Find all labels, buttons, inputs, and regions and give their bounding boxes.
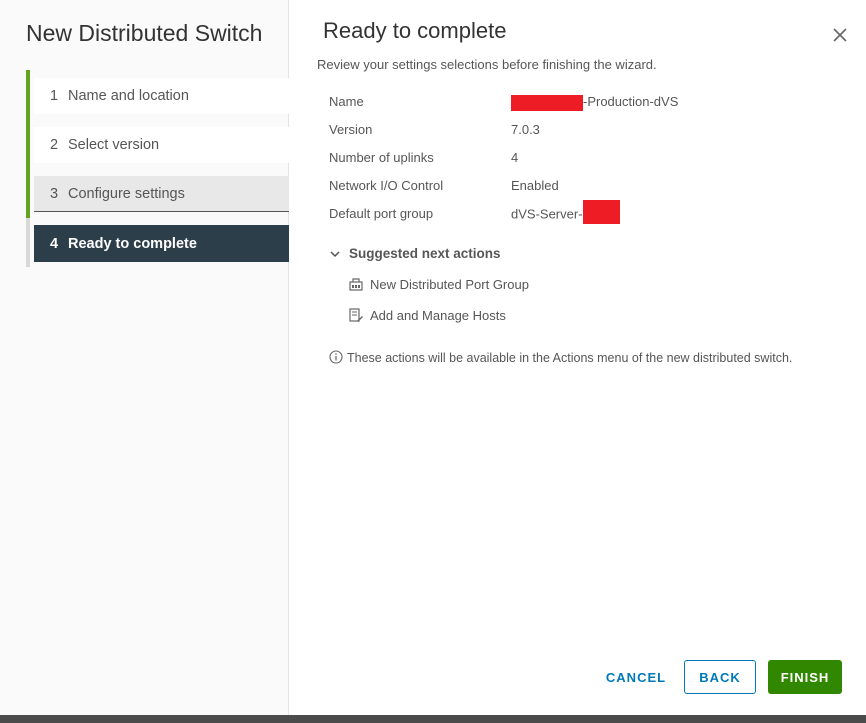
wizard-sidebar: New Distributed Switch 1 Name and locati… (0, 0, 289, 715)
action-label: New Distributed Port Group (370, 276, 529, 292)
summary-value: dVS-Server- (511, 200, 620, 224)
step-number: 3 (50, 185, 59, 202)
wizard-dialog: New Distributed Switch 1 Name and locati… (0, 0, 866, 715)
port-group-icon (349, 278, 363, 291)
chevron-down-icon (330, 250, 340, 257)
summary-key: Name (329, 94, 364, 109)
step-progress-rail (26, 70, 30, 267)
page-title: Ready to complete (323, 18, 507, 43)
close-icon[interactable] (830, 25, 850, 45)
summary-value-text: dVS-Server- (511, 206, 583, 222)
suggested-actions-toggle[interactable]: Suggested next actions (329, 246, 501, 261)
summary-value-text: -Production-dVS (583, 94, 679, 109)
step-name-and-location[interactable]: 1 Name and location (34, 78, 289, 114)
step-label: Select version (68, 137, 160, 153)
page-subtitle: Review your settings selections before f… (317, 57, 657, 72)
action-label: Add and Manage Hosts (370, 307, 506, 323)
back-button[interactable]: BACK (684, 660, 756, 694)
summary-key: Network I/O Control (329, 178, 444, 193)
progress-completed (26, 70, 30, 218)
hosts-icon (349, 308, 363, 322)
action-add-manage-hosts[interactable]: Add and Manage Hosts (348, 307, 506, 323)
summary-key: Default port group (329, 206, 434, 221)
redaction-mark (511, 94, 583, 111)
summary-key: Version (329, 122, 373, 137)
step-number: 1 (50, 88, 59, 104)
step-ready-to-complete[interactable]: 4 Ready to complete (34, 225, 289, 262)
action-new-port-group[interactable]: New Distributed Port Group (348, 276, 529, 292)
step-configure-settings[interactable]: 3 Configure settings (34, 176, 289, 212)
redaction-mark (582, 200, 620, 224)
step-number: 2 (50, 137, 59, 153)
cancel-button[interactable]: CANCEL (591, 660, 681, 694)
step-label: Configure settings (68, 185, 185, 202)
suggested-actions-heading: Suggested next actions (349, 246, 501, 261)
info-note: These actions will be available in the A… (329, 350, 819, 367)
info-icon (329, 350, 343, 364)
summary-value: -Production-dVS (511, 94, 678, 111)
step-number: 4 (50, 235, 59, 252)
summary-value: 7.0.3 (511, 122, 540, 137)
background-app-strip (0, 715, 866, 723)
step-label: Name and location (68, 88, 189, 104)
wizard-title: New Distributed Switch (26, 20, 263, 46)
step-select-version[interactable]: 2 Select version (34, 127, 289, 163)
summary-key: Number of uplinks (329, 150, 434, 165)
wizard-content: Ready to complete Review your settings s… (289, 0, 866, 715)
progress-remaining (26, 218, 30, 267)
finish-button[interactable]: FINISH (768, 660, 842, 694)
summary-value: 4 (511, 150, 519, 165)
step-label: Ready to complete (68, 235, 197, 252)
info-text: These actions will be available in the A… (347, 351, 793, 365)
summary-value: Enabled (511, 178, 559, 193)
